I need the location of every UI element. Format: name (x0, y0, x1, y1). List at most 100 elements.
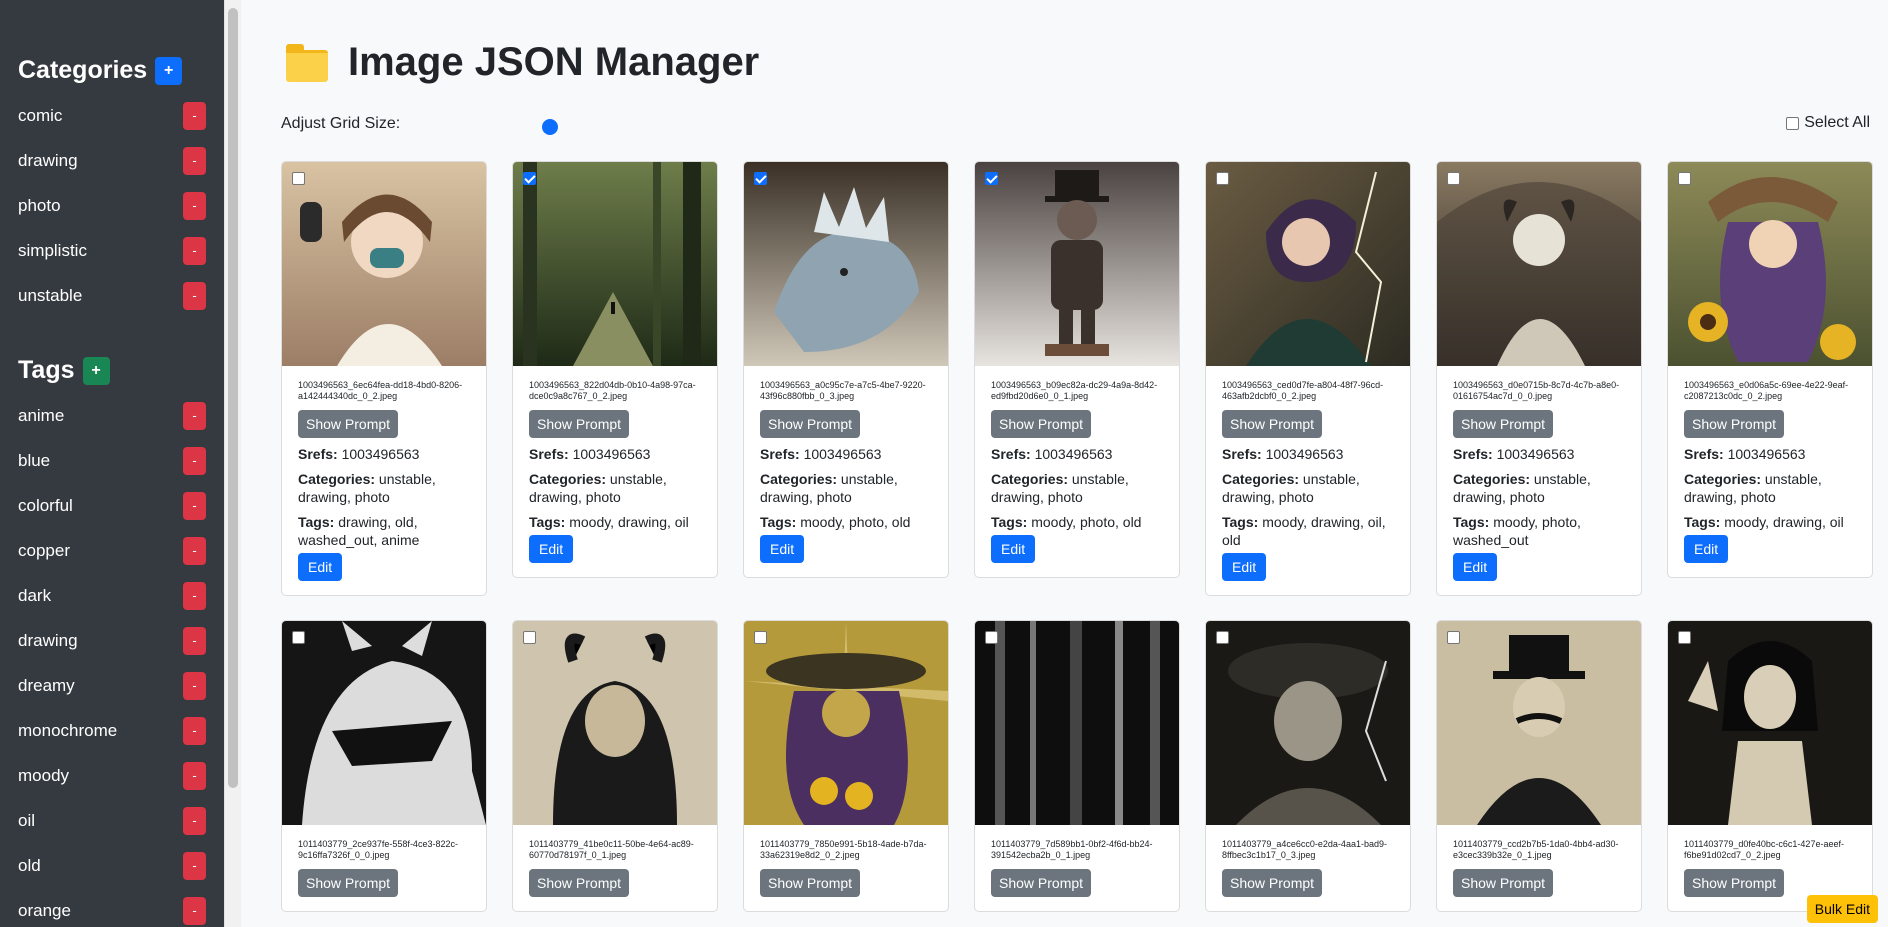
category-item[interactable]: drawing - (18, 138, 206, 183)
image-thumbnail[interactable] (1437, 162, 1641, 366)
image-thumbnail[interactable] (1206, 621, 1410, 825)
show-prompt-button[interactable]: Show Prompt (1222, 869, 1323, 897)
edit-button[interactable]: Edit (1222, 553, 1267, 581)
slider-knob[interactable] (542, 119, 558, 135)
show-prompt-button[interactable]: Show Prompt (298, 869, 399, 897)
show-prompt-button[interactable]: Show Prompt (991, 410, 1092, 438)
show-prompt-button[interactable]: Show Prompt (991, 869, 1092, 897)
image-filename: 1003496563_ced0d7fe-a804-48f7-96cd-463af… (1222, 380, 1384, 401)
add-tag-button[interactable]: + (82, 356, 110, 385)
remove-button[interactable]: - (183, 236, 206, 265)
edit-button[interactable]: Edit (1453, 553, 1498, 581)
edit-button[interactable]: Edit (991, 535, 1036, 563)
tag-item[interactable]: blue - (18, 438, 206, 483)
grid-size-slider[interactable] (542, 116, 702, 138)
tag-item[interactable]: old - (18, 843, 206, 888)
image-thumbnail[interactable] (975, 162, 1179, 366)
remove-button[interactable]: - (183, 806, 206, 835)
show-prompt-button[interactable]: Show Prompt (298, 410, 399, 438)
select-checkbox[interactable] (985, 172, 998, 185)
remove-button[interactable]: - (183, 581, 206, 610)
image-thumbnail[interactable] (1437, 621, 1641, 825)
edit-button[interactable]: Edit (298, 553, 343, 581)
show-prompt-button[interactable]: Show Prompt (1453, 410, 1554, 438)
select-checkbox[interactable] (754, 172, 767, 185)
remove-button[interactable]: - (183, 536, 206, 565)
remove-button[interactable]: - (183, 146, 206, 175)
show-prompt-button[interactable]: Show Prompt (760, 869, 861, 897)
tag-item[interactable]: colorful - (18, 483, 206, 528)
edit-button[interactable]: Edit (1684, 535, 1729, 563)
tags-label: Tags: (991, 514, 1028, 530)
show-prompt-button[interactable]: Show Prompt (1453, 869, 1554, 897)
srefs-value: 1003496563 (1034, 446, 1113, 462)
tag-item[interactable]: drawing - (18, 618, 206, 663)
select-checkbox[interactable] (985, 631, 998, 644)
tag-item[interactable]: dark - (18, 573, 206, 618)
remove-button[interactable]: - (183, 761, 206, 790)
show-prompt-button[interactable]: Show Prompt (1684, 869, 1785, 897)
image-thumbnail[interactable] (744, 621, 948, 825)
tag-item[interactable]: oil - (18, 798, 206, 843)
tag-item[interactable]: anime - (18, 393, 206, 438)
select-checkbox[interactable] (292, 172, 305, 185)
image-thumbnail[interactable] (282, 162, 486, 366)
category-item[interactable]: photo - (18, 183, 206, 228)
select-all-checkbox[interactable] (1786, 116, 1800, 130)
add-category-button[interactable]: + (155, 56, 183, 85)
image-thumbnail[interactable] (744, 162, 948, 366)
remove-button[interactable]: - (183, 716, 206, 745)
category-item[interactable]: simplistic - (18, 228, 206, 273)
srefs-label: Srefs: (991, 446, 1031, 462)
remove-button[interactable]: - (183, 401, 206, 430)
image-thumbnail[interactable] (282, 621, 486, 825)
remove-button[interactable]: - (183, 101, 206, 130)
select-checkbox[interactable] (1216, 172, 1229, 185)
remove-button[interactable]: - (183, 281, 206, 310)
select-all-control[interactable]: Select All (1786, 114, 1870, 132)
edit-button[interactable]: Edit (529, 535, 574, 563)
tags-header: Tags + (18, 356, 206, 385)
remove-button[interactable]: - (183, 191, 206, 220)
category-item[interactable]: comic - (18, 93, 206, 138)
image-thumbnail[interactable] (1668, 621, 1872, 825)
edit-button[interactable]: Edit (760, 535, 805, 563)
show-prompt-button[interactable]: Show Prompt (529, 869, 630, 897)
show-prompt-button[interactable]: Show Prompt (760, 410, 861, 438)
remove-button[interactable]: - (183, 671, 206, 700)
category-item[interactable]: unstable - (18, 273, 206, 318)
tag-item[interactable]: copper - (18, 528, 206, 573)
image-thumbnail[interactable] (513, 162, 717, 366)
scrollbar-thumb[interactable] (228, 8, 238, 788)
tag-item[interactable]: dreamy - (18, 663, 206, 708)
tag-item[interactable]: moody - (18, 753, 206, 798)
remove-button[interactable]: - (183, 896, 206, 925)
remove-button[interactable]: - (183, 626, 206, 655)
select-checkbox[interactable] (754, 631, 767, 644)
bulk-edit-button[interactable]: Bulk Edit (1806, 895, 1878, 923)
select-checkbox[interactable] (1216, 631, 1229, 644)
image-thumbnail[interactable] (1668, 162, 1872, 366)
image-filename: 1003496563_6ec64fea-dd18-4bd0-8206-a1424… (298, 380, 463, 401)
select-checkbox[interactable] (1678, 631, 1691, 644)
select-checkbox[interactable] (1678, 172, 1691, 185)
remove-button[interactable]: - (183, 491, 206, 520)
show-prompt-button[interactable]: Show Prompt (1684, 410, 1785, 438)
image-thumbnail[interactable] (975, 621, 1179, 825)
remove-button[interactable]: - (183, 851, 206, 880)
select-checkbox[interactable] (1447, 631, 1460, 644)
image-thumbnail[interactable] (513, 621, 717, 825)
show-prompt-button[interactable]: Show Prompt (529, 410, 630, 438)
select-checkbox[interactable] (292, 631, 305, 644)
select-checkbox[interactable] (523, 172, 536, 185)
show-prompt-button[interactable]: Show Prompt (1222, 410, 1323, 438)
categories-label: Categories: (760, 471, 838, 487)
tag-item[interactable]: orange - (18, 888, 206, 927)
sidebar-scrollbar[interactable] (224, 0, 241, 927)
image-thumbnail[interactable] (1206, 162, 1410, 366)
select-checkbox[interactable] (1447, 172, 1460, 185)
remove-button[interactable]: - (183, 446, 206, 475)
tag-item[interactable]: monochrome - (18, 708, 206, 753)
categories-label: Categories: (1453, 471, 1531, 487)
select-checkbox[interactable] (523, 631, 536, 644)
